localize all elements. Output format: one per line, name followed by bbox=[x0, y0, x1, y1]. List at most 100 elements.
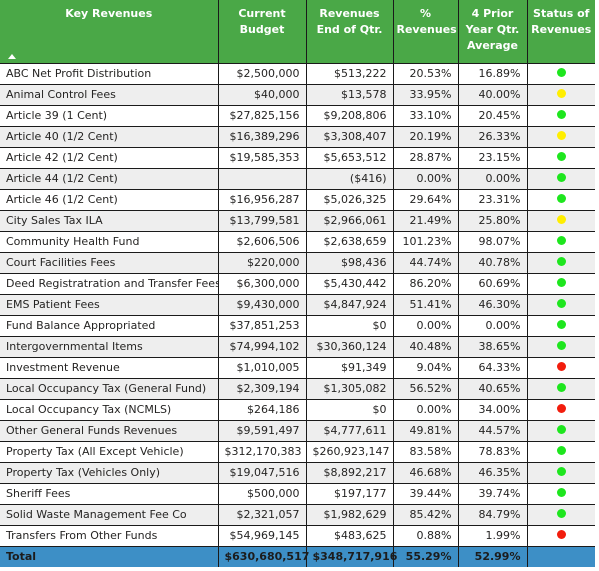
cell-current-budget: $220,000 bbox=[217, 252, 306, 274]
cell-prior-year-avg: 1.99% bbox=[457, 525, 527, 547]
table-row[interactable]: Article 44 (1/2 Cent) ($416) 0.00% 0.00% bbox=[0, 168, 595, 190]
cell-pct-revenues: 21.49% bbox=[392, 210, 458, 232]
cell-revenues-end-of-qtr: $1,982,629 bbox=[305, 504, 393, 526]
cell-status bbox=[526, 483, 595, 505]
cell-current-budget: $1,010,005 bbox=[217, 357, 306, 379]
cell-prior-year-avg: 39.74% bbox=[457, 483, 527, 505]
cell-revenues-end-of-qtr: $1,305,082 bbox=[305, 378, 393, 400]
cell-prior-year-avg: 0.00% bbox=[457, 315, 527, 337]
cell-prior-year-avg: 38.65% bbox=[457, 336, 527, 358]
cell-revenues-end-of-qtr: $30,360,124 bbox=[305, 336, 393, 358]
cell-current-budget: $16,389,296 bbox=[217, 126, 306, 148]
table-row[interactable]: Intergovernmental Items $74,994,102 $30,36… bbox=[0, 336, 595, 358]
cell-prior-year-avg: 34.00% bbox=[457, 399, 527, 421]
table-row[interactable]: ABC Net Profit Distribution $2,500,000 $51… bbox=[0, 63, 595, 85]
status-yellow-dot-icon bbox=[556, 215, 566, 224]
table-row[interactable]: Article 46 (1/2 Cent) $16,956,287 $5,026,3… bbox=[0, 189, 595, 211]
cell-current-budget: $27,825,156 bbox=[217, 105, 306, 127]
cell-key-revenue: Property Tax (Vehicles Only) bbox=[0, 462, 218, 484]
cell-key-revenue: Fund Balance Appropriated bbox=[0, 315, 218, 337]
cell-pct-revenues: 0.00% bbox=[392, 315, 458, 337]
cell-current-budget: $2,500,000 bbox=[217, 63, 306, 85]
cell-key-revenue: Transfers From Other Funds bbox=[0, 525, 218, 547]
cell-pct-revenues: 44.74% bbox=[392, 252, 458, 274]
table-row[interactable]: Sheriff Fees $500,000 $197,177 39.44% 39.74% bbox=[0, 483, 595, 505]
table-row[interactable]: Article 39 (1 Cent) $27,825,156 $9,208,806… bbox=[0, 105, 595, 127]
status-green-dot-icon bbox=[556, 383, 566, 392]
table-row[interactable]: Article 42 (1/2 Cent) $19,585,353 $5,653,5… bbox=[0, 147, 595, 169]
cell-revenues-end-of-qtr: $4,777,611 bbox=[305, 420, 393, 442]
cell-key-revenue: Sheriff Fees bbox=[0, 483, 218, 505]
total-row: Total $630,680,517 $348,717,916 55.29% 5… bbox=[0, 546, 595, 567]
cell-pct-revenues: 86.20% bbox=[392, 273, 458, 295]
status-green-dot-icon bbox=[556, 68, 566, 77]
cell-key-revenue: Community Health Fund bbox=[0, 231, 218, 253]
cell-pct-revenues: 40.48% bbox=[392, 336, 458, 358]
table-row[interactable]: City Sales Tax ILA $13,799,581 $2,966,061 2… bbox=[0, 210, 595, 232]
cell-revenues-end-of-qtr: $91,349 bbox=[305, 357, 393, 379]
table-row[interactable]: Court Facilities Fees $220,000 $98,436 44.7… bbox=[0, 252, 595, 274]
column-header-label: Revenues End of Qtr. bbox=[316, 7, 383, 36]
cell-status bbox=[526, 126, 595, 148]
table-row[interactable]: EMS Patient Fees $9,430,000 $4,847,924 51.4… bbox=[0, 294, 595, 316]
cell-status bbox=[526, 84, 595, 106]
table-row[interactable]: Local Occupancy Tax (NCMLS) $264,186 $0 0.0… bbox=[0, 399, 595, 421]
cell-revenues-end-of-qtr: $0 bbox=[305, 399, 393, 421]
status-green-dot-icon bbox=[556, 278, 566, 287]
table-row[interactable]: Property Tax (Vehicles Only) $19,047,516 $… bbox=[0, 462, 595, 484]
table-row[interactable]: Property Tax (All Except Vehicle) $312,17… bbox=[0, 441, 595, 463]
cell-prior-year-avg: 16.89% bbox=[457, 63, 527, 85]
cell-status bbox=[526, 420, 595, 442]
cell-revenues-end-of-qtr: $2,966,061 bbox=[305, 210, 393, 232]
column-header-pct-revenues[interactable]: % Revenues bbox=[392, 0, 458, 64]
cell-prior-year-avg: 26.33% bbox=[457, 126, 527, 148]
table-row[interactable]: Investment Revenue $1,010,005 $91,349 9.04%… bbox=[0, 357, 595, 379]
cell-status bbox=[526, 63, 595, 85]
cell-status bbox=[526, 252, 595, 274]
table-row[interactable]: Local Occupancy Tax (General Fund) $2,309… bbox=[0, 378, 595, 400]
cell-status bbox=[526, 210, 595, 232]
cell-prior-year-avg: 0.00% bbox=[457, 168, 527, 190]
cell-status bbox=[526, 378, 595, 400]
column-header-key-revenues[interactable]: Key Revenues bbox=[0, 0, 218, 64]
column-header-label: Key Revenues bbox=[65, 7, 153, 20]
cell-prior-year-avg: 23.15% bbox=[457, 147, 527, 169]
table-row[interactable]: Fund Balance Appropriated $37,851,253 $0 0.… bbox=[0, 315, 595, 337]
table-row[interactable]: Other General Funds Revenues $9,591,497 $4… bbox=[0, 420, 595, 442]
table-row[interactable]: Transfers From Other Funds $54,969,145 $48… bbox=[0, 525, 595, 547]
table-row[interactable]: Deed Registratration and Transfer Fees $6… bbox=[0, 273, 595, 295]
status-green-dot-icon bbox=[556, 173, 566, 182]
cell-revenues-end-of-qtr: $5,026,325 bbox=[305, 189, 393, 211]
status-yellow-dot-icon bbox=[556, 131, 566, 140]
table-row[interactable]: Solid Waste Management Fee Co $2,321,057 $… bbox=[0, 504, 595, 526]
cell-current-budget: $54,969,145 bbox=[217, 525, 306, 547]
cell-status bbox=[526, 336, 595, 358]
cell-key-revenue: Local Occupancy Tax (General Fund) bbox=[0, 378, 218, 400]
cell-status bbox=[526, 273, 595, 295]
cell-prior-year-avg: 20.45% bbox=[457, 105, 527, 127]
cell-key-revenue: City Sales Tax ILA bbox=[0, 210, 218, 232]
cell-current-budget: $264,186 bbox=[217, 399, 306, 421]
cell-prior-year-avg: 40.00% bbox=[457, 84, 527, 106]
cell-pct-revenues: 20.19% bbox=[392, 126, 458, 148]
column-header-current-budget[interactable]: Current Budget bbox=[217, 0, 306, 64]
status-green-dot-icon bbox=[556, 110, 566, 119]
cell-pct-revenues: 56.52% bbox=[392, 378, 458, 400]
sort-ascending-icon[interactable] bbox=[8, 53, 16, 59]
cell-revenues-end-of-qtr: $13,578 bbox=[305, 84, 393, 106]
table-row[interactable]: Animal Control Fees $40,000 $13,578 33.95% 4… bbox=[0, 84, 595, 106]
column-header-status[interactable]: Status of Revenues bbox=[526, 0, 595, 64]
table-row[interactable]: Article 40 (1/2 Cent) $16,389,296 $3,308,4… bbox=[0, 126, 595, 148]
cell-prior-year-avg: 46.35% bbox=[457, 462, 527, 484]
cell-status bbox=[526, 147, 595, 169]
column-header-revenues-end-of-qtr[interactable]: Revenues End of Qtr. bbox=[305, 0, 393, 64]
cell-pct-revenues: 83.58% bbox=[392, 441, 458, 463]
status-green-dot-icon bbox=[556, 152, 566, 161]
table-row[interactable]: Community Health Fund $2,606,506 $2,638,65… bbox=[0, 231, 595, 253]
cell-pct-revenues: 9.04% bbox=[392, 357, 458, 379]
cell-current-budget: $37,851,253 bbox=[217, 315, 306, 337]
cell-status bbox=[526, 462, 595, 484]
table-header: Key Revenues Current Budget Revenues End… bbox=[0, 0, 595, 64]
column-header-prior-year-avg[interactable]: 4 Prior Year Qtr. Average bbox=[457, 0, 527, 64]
cell-revenues-end-of-qtr: $513,222 bbox=[305, 63, 393, 85]
